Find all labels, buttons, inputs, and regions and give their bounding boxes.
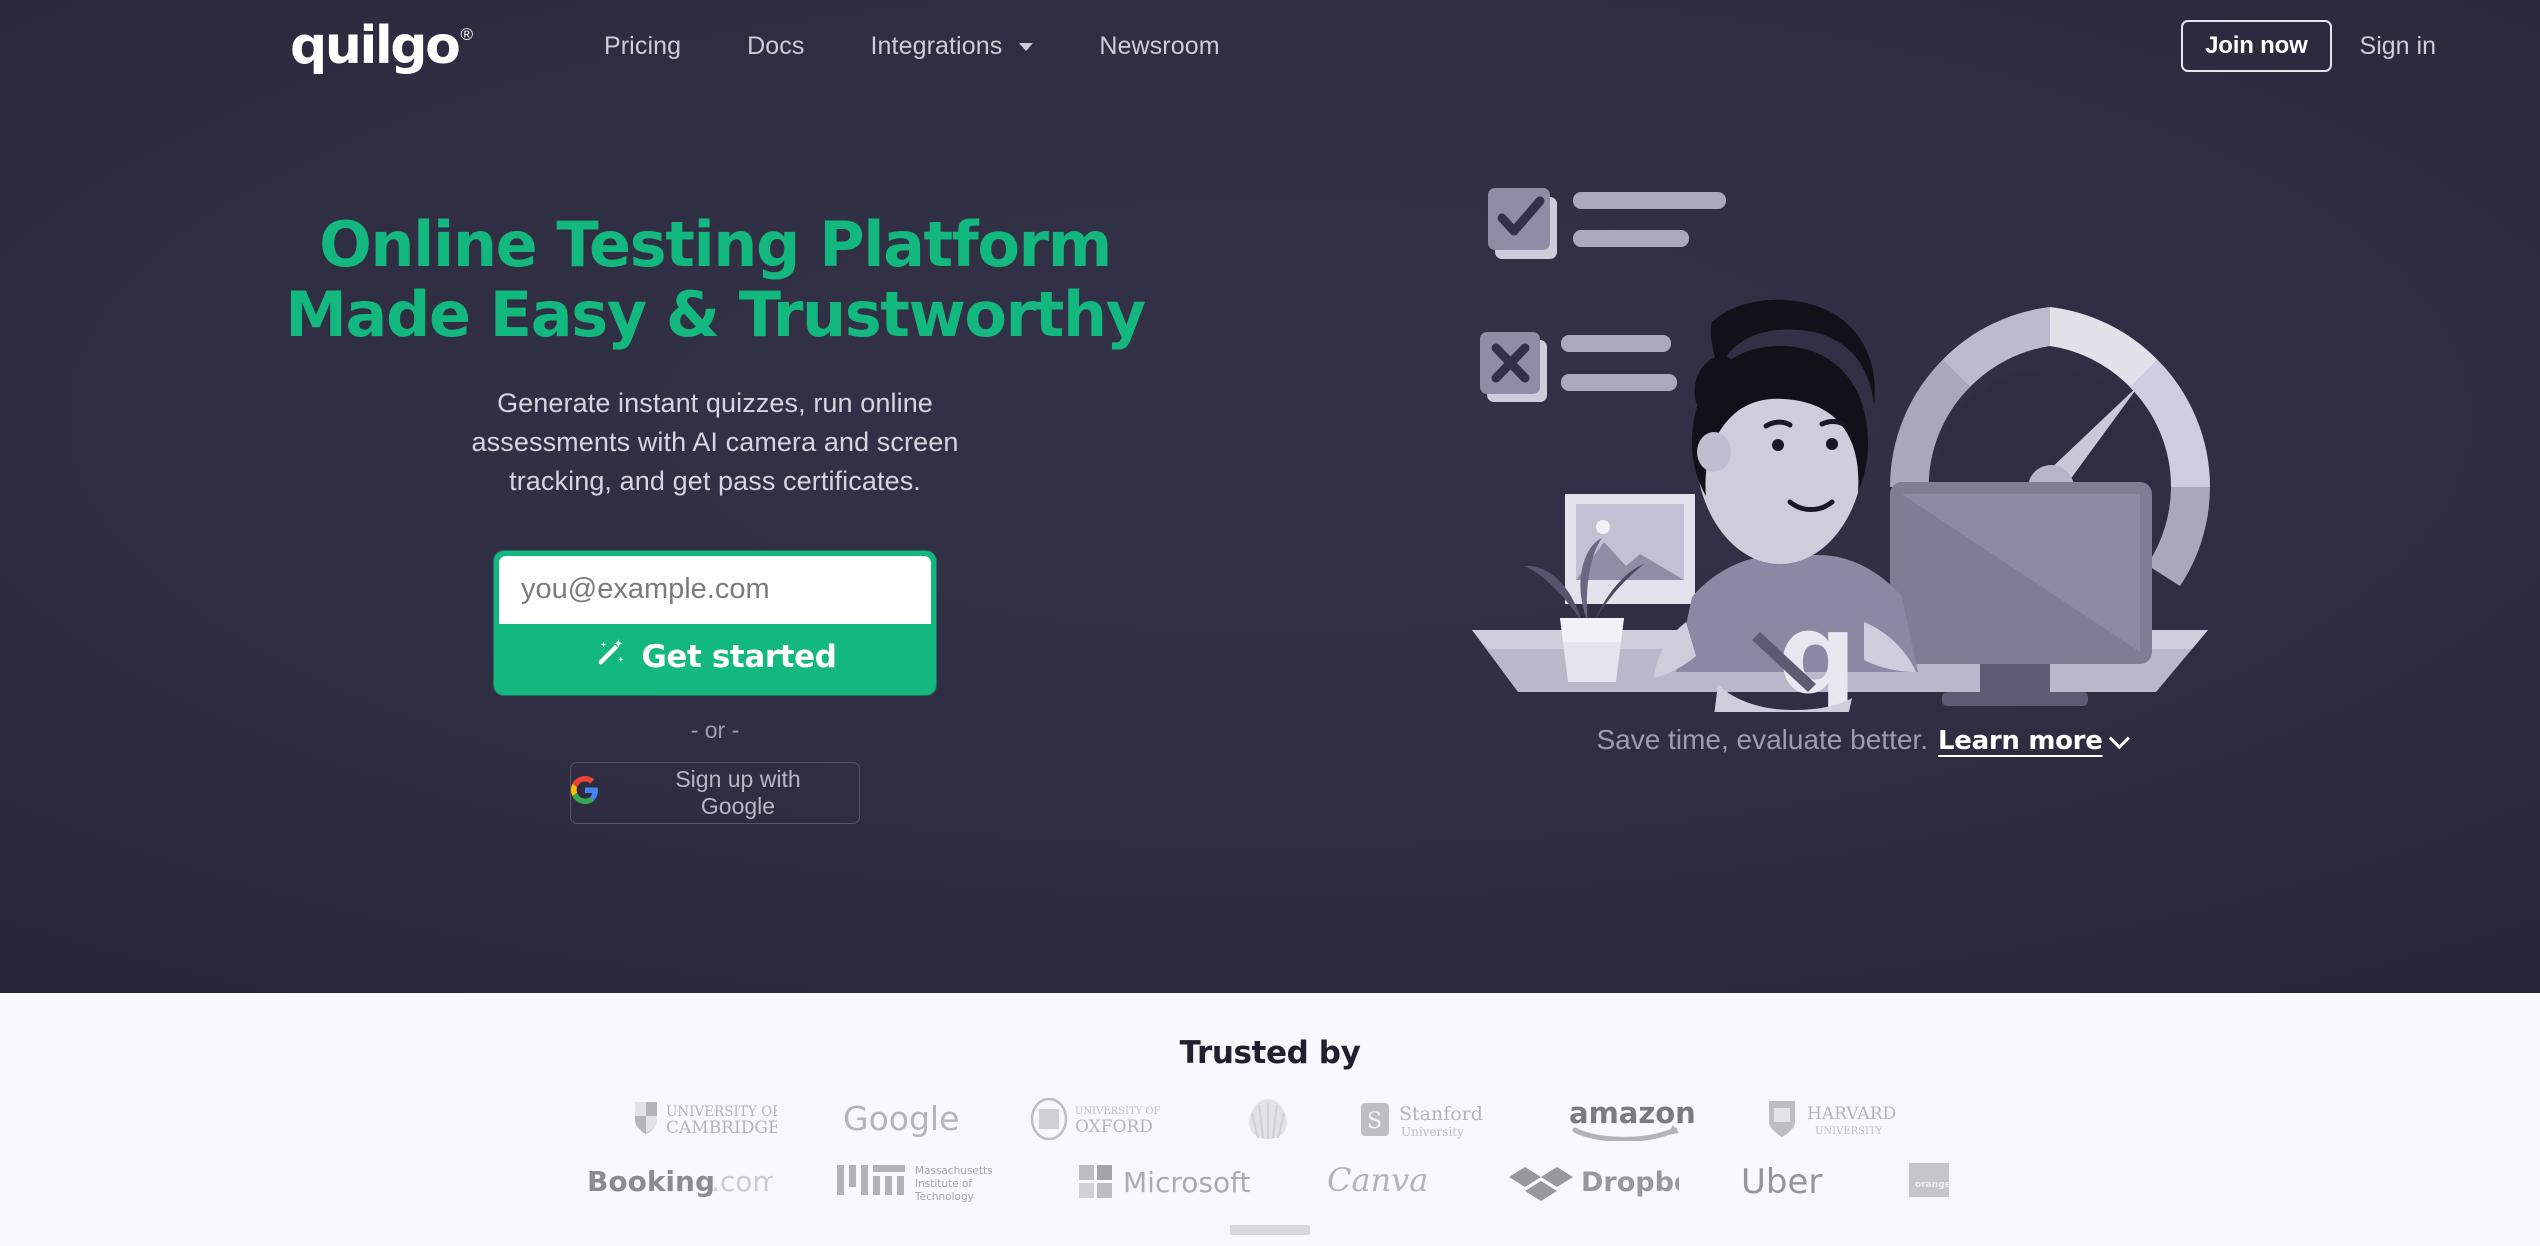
svg-text:amazon: amazon [1569,1097,1696,1130]
headline-line-1: Online Testing Platform [319,208,1112,281]
logo-cambridge: UNIVERSITY OF CAMBRIDGE [629,1099,777,1139]
logo-oxford: UNIVERSITY OF OXFORD [1027,1098,1179,1140]
logo-microsoft: Microsoft [1077,1161,1263,1201]
nav-item-newsroom[interactable]: Newsroom [1066,22,1252,71]
learn-more-label: Learn more [1937,726,2103,756]
hero-section: quilgo ® Pricing Docs Integrations Newsr… [0,0,2540,993]
svg-text:Uber: Uber [1741,1162,1822,1201]
svg-text:.com: .com [711,1165,773,1198]
cross-row-graphic [1480,332,1677,402]
shirt-letter: q [1778,590,1857,712]
logo-uber: Uber [1741,1161,1845,1201]
nav-item-integrations[interactable]: Integrations [837,22,1066,71]
checkbox-row-graphic [1488,188,1726,259]
svg-text:OXFORD: OXFORD [1075,1117,1153,1137]
chevron-down-icon [2108,728,2130,750]
headline-line-2: Made Easy & Trustworthy [285,278,1146,352]
svg-text:Massachusetts: Massachusetts [915,1165,993,1177]
svg-text:S: S [1367,1109,1382,1134]
svg-text:UNIVERSITY OF: UNIVERSITY OF [1075,1106,1161,1117]
hero-content: Online Testing Platform Made Easy & Trus… [0,92,2540,993]
logo-booking-com: Booking .com [587,1161,773,1201]
svg-text:Stanford: Stanford [1399,1103,1483,1125]
logo-canva: Canva [1325,1159,1447,1203]
svg-text:Booking: Booking [587,1165,715,1198]
logo-google: Google [843,1099,961,1139]
brand-logo-text: quilgo [290,16,461,76]
svg-text:Microsoft: Microsoft [1123,1166,1250,1199]
google-icon [571,775,599,810]
trusted-by-section: Trusted by UNIVERSITY OF CAMBRIDGE Googl… [0,993,2540,1246]
svg-text:UNIVERSITY: UNIVERSITY [1815,1126,1883,1137]
hero-tagline-text: Save time, evaluate better. [1596,724,1928,755]
get-started-button[interactable]: Get started [499,623,931,690]
svg-text:HARVARD: HARVARD [1807,1104,1896,1124]
email-input[interactable] [499,555,931,624]
trusted-logo-row-3 [1210,1221,1330,1246]
logo-harvard: HARVARD UNIVERSITY [1763,1098,1911,1140]
nav-item-pricing[interactable]: Pricing [571,22,714,71]
nav-item-docs[interactable]: Docs [714,22,837,71]
sign-up-with-google-label: Sign up with Google [675,765,801,819]
nav-links: Pricing Docs Integrations Newsroom [571,22,1253,71]
chevron-down-icon [1019,42,1034,51]
brand-logo[interactable]: quilgo ® [290,20,473,72]
magic-wand-icon [593,636,627,678]
logo-shell [1245,1097,1291,1141]
nav-item-integrations-label: Integrations [870,31,1003,60]
or-divider: - or - [690,716,740,743]
signup-form: Get started [494,550,936,695]
registered-trademark-icon: ® [460,25,473,44]
hero-subheadline: Generate instant quizzes, run online ass… [471,388,959,497]
logo-stanford: S Stanford University [1357,1097,1503,1141]
learn-more-link[interactable]: Learn more [1937,724,2130,756]
hero-right-column: q Save time, evaluate better. Learn more [1180,92,2540,993]
svg-text:Canva: Canva [1327,1161,1428,1199]
svg-text:Google: Google [843,1099,959,1138]
join-now-button[interactable]: Join now [2181,20,2332,72]
nav-item-newsroom-label: Newsroom [1099,31,1220,60]
main-navbar: quilgo ® Pricing Docs Integrations Newsr… [0,0,2540,92]
svg-text:orange: orange [1915,1180,1951,1190]
get-started-label: Get started [641,638,837,675]
logo-orange: orange [1907,1161,1953,1201]
svg-text:Institute of: Institute of [915,1178,972,1190]
svg-text:University: University [1401,1125,1464,1139]
svg-text:CAMBRIDGE: CAMBRIDGE [666,1118,777,1138]
nav-item-pricing-label: Pricing [603,31,682,60]
hero-tagline: Save time, evaluate better. Learn more [1596,724,2130,756]
svg-text:Technology: Technology [914,1191,974,1203]
nav-item-docs-label: Docs [747,31,805,60]
svg-text:Dropbox: Dropbox [1581,1167,1679,1198]
trusted-logo-row-1: UNIVERSITY OF CAMBRIDGE Google UNIVERSIT… [629,1097,1911,1141]
landing-page: quilgo ® Pricing Docs Integrations Newsr… [0,0,2540,1246]
logo-amazon: amazon [1569,1097,1697,1141]
logo-dropbox: Dropbox [1509,1161,1679,1201]
sign-in-link[interactable]: Sign in [2350,26,2446,67]
hero-left-column: Online Testing Platform Made Easy & Trus… [0,92,1180,824]
logo-partial-row [1210,1223,1330,1245]
trusted-by-title: Trusted by [1179,1035,1361,1071]
logo-mit: Massachusetts Institute of Technology [835,1159,1015,1203]
sign-up-with-google-button[interactable]: Sign up with Google [570,761,860,824]
trusted-logo-row-2: Booking .com Massachusetts Institute of … [587,1159,1953,1203]
page-title: Online Testing Platform Made Easy & Trus… [265,208,1165,352]
nav-actions: Join now Sign in [2181,20,2484,72]
hero-illustration: q [1460,152,2260,712]
